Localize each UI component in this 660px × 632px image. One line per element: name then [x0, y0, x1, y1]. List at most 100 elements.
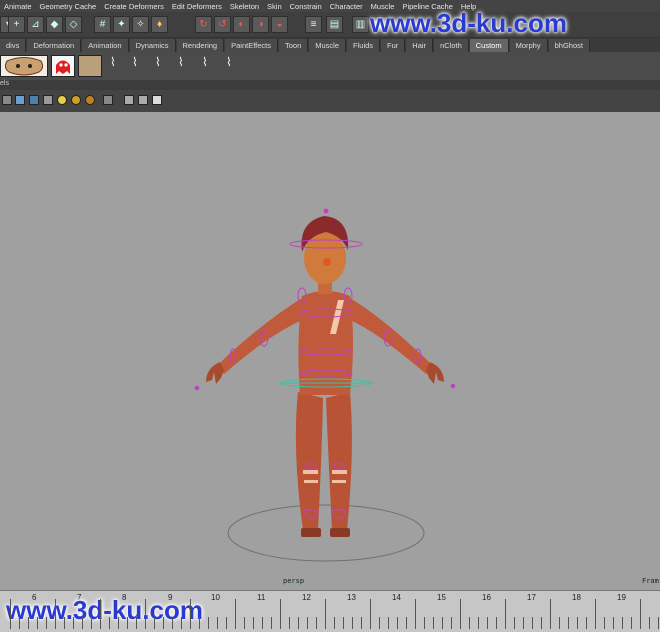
wireframe-icon[interactable] [2, 95, 12, 105]
frame-all-icon[interactable] [124, 95, 134, 105]
timeline-tick-mark [532, 617, 533, 629]
feather-tool-icon[interactable]: ⌇ [226, 55, 240, 77]
single-view-icon[interactable] [138, 95, 148, 105]
timeline-tick-mark [163, 617, 164, 629]
feather-tool-icon[interactable]: ⌇ [178, 55, 192, 77]
snap-curve-icon[interactable]: ✦ [113, 16, 130, 33]
right-foot [330, 528, 350, 537]
timeline-tick-mark [28, 617, 29, 629]
panels-menu[interactable]: els [0, 80, 9, 87]
menu-edit-deformers[interactable]: Edit Deformers [168, 2, 226, 11]
input-line-icon[interactable]: ≡ [305, 16, 322, 33]
ipr-render-icon[interactable]: ◑ [252, 16, 269, 33]
texture-thumbnail-icon[interactable] [78, 55, 102, 77]
tab-ncloth[interactable]: nCloth [434, 38, 469, 52]
channel-box-icon[interactable]: ▤ [326, 16, 343, 33]
tab-divs[interactable]: divs [0, 38, 27, 52]
shadows-icon[interactable] [85, 95, 95, 105]
timeline-tick-mark [199, 617, 200, 629]
right-leg [326, 392, 352, 530]
xray-icon[interactable] [43, 95, 53, 105]
timeline-tick-mark [496, 617, 497, 629]
timeline-tick-mark [388, 617, 389, 629]
tab-hair[interactable]: Hair [406, 38, 434, 52]
textured-icon[interactable] [29, 95, 39, 105]
feather-tool-icon[interactable]: ⌇ [110, 55, 124, 77]
timeline-tick-mark [352, 617, 353, 629]
select-hierarchy-icon[interactable]: ⊿ [27, 16, 44, 33]
render-icon[interactable]: ◐ [233, 16, 250, 33]
face-character-icon[interactable] [0, 55, 48, 77]
timeline-tick-mark [100, 599, 101, 629]
menu-skeleton[interactable]: Skeleton [226, 2, 263, 11]
snap-grid-icon[interactable]: # [94, 16, 111, 33]
panel-toolbar [0, 90, 660, 113]
watermark-top: www.3d-ku.com [370, 8, 567, 38]
select-object-icon[interactable]: ◆ [46, 16, 63, 33]
timeline-tick-mark [226, 617, 227, 629]
timeline-tick-mark [505, 599, 506, 629]
tab-fluids[interactable]: Fluids [347, 38, 381, 52]
feather-tool-icon[interactable]: ⌇ [202, 55, 216, 77]
tab-fur[interactable]: Fur [381, 38, 406, 52]
timeline-tick-mark [604, 617, 605, 629]
menu-constrain[interactable]: Constrain [286, 2, 326, 11]
timeline-tick-mark [415, 599, 416, 629]
timeline-tick-mark [343, 617, 344, 629]
menu-create-deformers[interactable]: Create Deformers [100, 2, 168, 11]
menu-character[interactable]: Character [326, 2, 367, 11]
timeline-tick-mark [154, 617, 155, 629]
menu-skin[interactable]: Skin [263, 2, 286, 11]
watermark-bottom: www.3d-ku.com [6, 595, 203, 625]
timeline-tick-mark [208, 617, 209, 629]
tab-muscle[interactable]: Muscle [309, 38, 347, 52]
timeline-tick-mark [253, 617, 254, 629]
menu-geometry-cache[interactable]: Geometry Cache [36, 2, 101, 11]
left-foot [301, 528, 321, 537]
tab-dynamics[interactable]: Dynamics [129, 38, 176, 52]
timeline-tick-mark [550, 599, 551, 629]
render-settings-icon[interactable]: ◒ [271, 16, 288, 33]
timeline-tick-mark [64, 617, 65, 629]
default-light-icon[interactable] [57, 95, 67, 105]
perspective-viewport[interactable]: www.3d-ku.com [0, 8, 660, 592]
select-component-icon[interactable]: ◇ [65, 16, 82, 33]
snap-point-icon[interactable]: ✧ [132, 16, 149, 33]
timeline-tick-mark [181, 617, 182, 629]
timeline-tick-mark [370, 599, 371, 629]
tab-rendering[interactable]: Rendering [176, 38, 225, 52]
timeline-tick-mark [451, 617, 452, 629]
new-scene-icon[interactable]: + [8, 16, 25, 33]
timeline-tick-mark [172, 617, 173, 629]
tab-animation[interactable]: Animation [82, 38, 129, 52]
timeline-tick-mark [289, 617, 290, 629]
tab-deformation[interactable]: Deformation [27, 38, 82, 52]
tab-custom[interactable]: Custom [469, 38, 509, 52]
timeline-tick-mark [109, 617, 110, 629]
timeline-tick-mark [514, 617, 515, 629]
time-slider[interactable]: 6 7 8 9 10 11 12 13 14 15 16 17 18 19 ww… [0, 590, 660, 632]
red-ghost-icon[interactable] [51, 55, 75, 77]
timeline-tick-mark [559, 617, 560, 629]
menu-animate[interactable]: Animate [0, 2, 36, 11]
attribute-editor-icon[interactable]: ▥ [352, 16, 369, 33]
tab-painteffects[interactable]: PaintEffects [225, 38, 278, 52]
timeline-tick-mark [613, 617, 614, 629]
construction-icon[interactable]: ↺ [214, 16, 231, 33]
all-lights-icon[interactable] [71, 95, 81, 105]
timeline-tick-mark [118, 617, 119, 629]
timeline-tick-mark [19, 617, 20, 629]
share-icon[interactable] [152, 95, 162, 105]
timeline-tick-mark [433, 617, 434, 629]
smooth-shade-icon[interactable] [15, 95, 25, 105]
feather-tool-icon[interactable]: ⌇ [132, 55, 146, 77]
timeline-tick: 12 [302, 593, 311, 602]
feather-tool-icon[interactable]: ⌇ [155, 55, 169, 77]
lock-icon[interactable]: ♦ [151, 16, 168, 33]
history-icon[interactable]: ↻ [195, 16, 212, 33]
isolate-select-icon[interactable] [103, 95, 113, 105]
tab-morphy[interactable]: Morphy [509, 38, 548, 52]
timeline-tick-mark [127, 617, 128, 629]
tab-bhghost[interactable]: bhGhost [548, 38, 590, 52]
tab-toon[interactable]: Toon [279, 38, 309, 52]
